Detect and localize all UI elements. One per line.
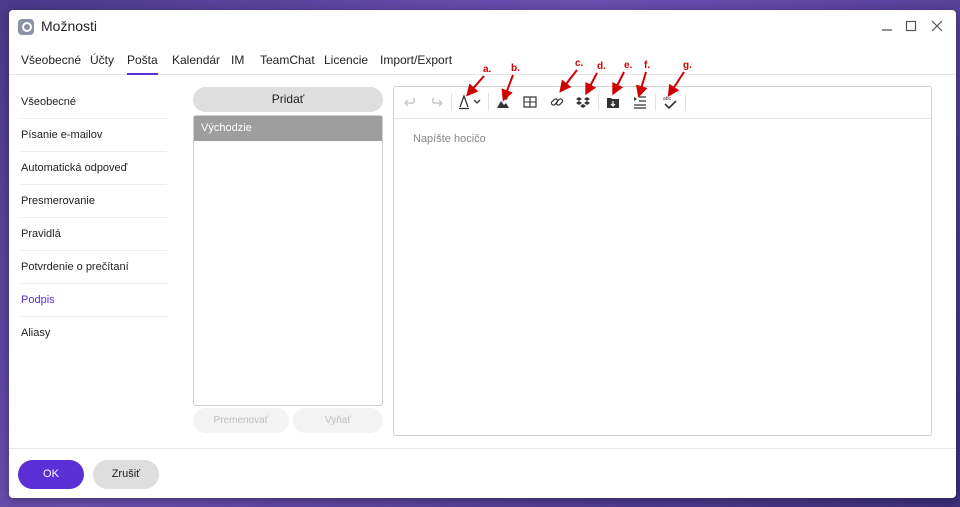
- annotation-arrows: [466, 69, 685, 102]
